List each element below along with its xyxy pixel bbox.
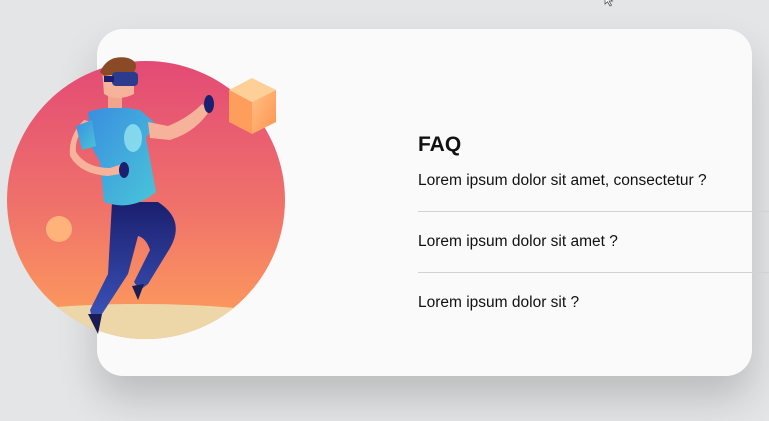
vr-illustration	[7, 57, 285, 339]
faq-title: FAQ	[418, 133, 462, 156]
cube-shape	[229, 78, 276, 134]
mouse-cursor-icon	[604, 0, 616, 12]
faq-item-2[interactable]: Lorem ipsum dolor sit amet ?	[418, 232, 769, 273]
orb-shape	[46, 216, 72, 242]
faq-question: Lorem ipsum dolor sit amet, consectetur …	[418, 172, 707, 189]
faq-question: Lorem ipsum dolor sit amet ?	[418, 233, 618, 250]
faq-item-3[interactable]: Lorem ipsum dolor sit ?	[418, 293, 769, 333]
faq-question: Lorem ipsum dolor sit ?	[418, 294, 580, 311]
faq-section: FAQ Lorem ipsum dolor sit amet, consecte…	[418, 133, 769, 333]
ground-shape	[7, 304, 285, 339]
faq-item-1[interactable]: Lorem ipsum dolor sit amet, consectetur …	[418, 171, 769, 212]
